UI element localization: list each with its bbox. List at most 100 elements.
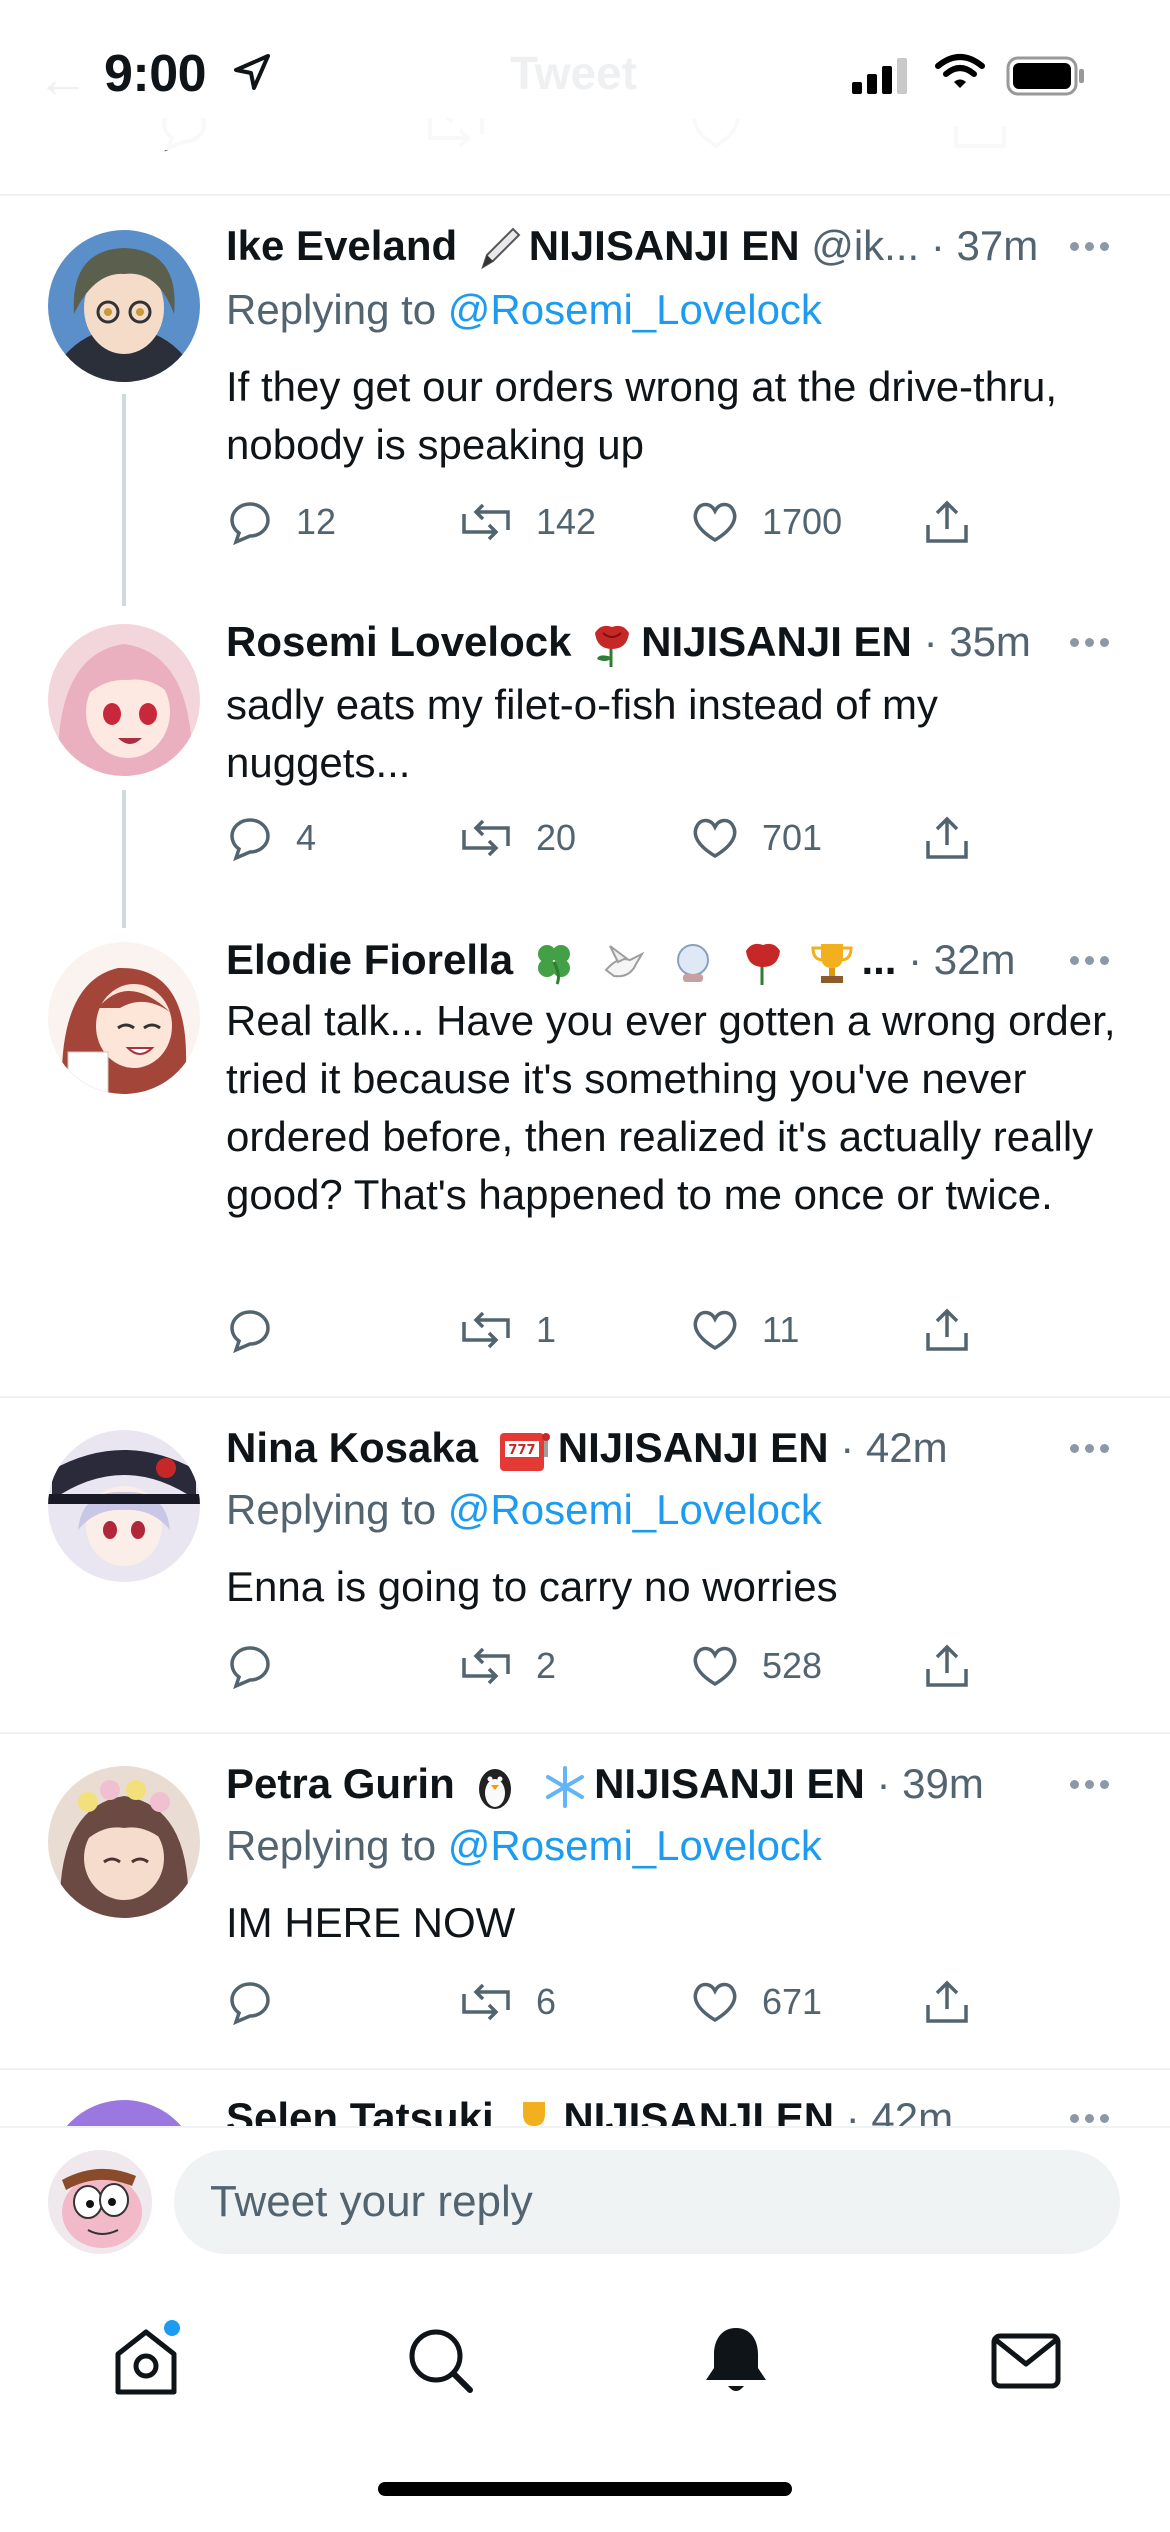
mail-icon[interactable]	[986, 2320, 1066, 2400]
display-name[interactable]: Petra Gurin	[226, 1760, 455, 1807]
display-name-suffix: NIJISANJI EN	[528, 222, 800, 269]
retweet-count: 1	[536, 1309, 557, 1350]
retweet-button[interactable]: 1	[458, 1300, 556, 1360]
replying-to-handle[interactable]: @Rosemi_Lovelock	[448, 286, 822, 333]
search-icon[interactable]	[400, 2320, 480, 2400]
avatar[interactable]	[48, 1766, 200, 1918]
thread-line	[122, 394, 126, 606]
replying-prefix: Replying to	[226, 1486, 437, 1533]
tweet-header: Elodie Fiorella ... · 32m	[226, 932, 1015, 988]
like-button[interactable]: 11	[690, 1300, 799, 1360]
like-button[interactable]: 528	[690, 1636, 822, 1696]
like-count: 528	[762, 1645, 823, 1686]
name-ellipsis: ...	[861, 936, 897, 983]
like-button[interactable]: 1700	[690, 492, 842, 552]
reply-button[interactable]	[226, 1300, 274, 1360]
status-bar: ← Tweet 9:00	[0, 0, 1170, 150]
retweet-count: 20	[536, 817, 577, 858]
location-arrow-icon	[234, 54, 270, 90]
share-button[interactable]	[922, 1300, 972, 1360]
retweet-count: 6	[536, 1981, 557, 2022]
replying-to-handle[interactable]: @Rosemi_Lovelock	[448, 1486, 822, 1533]
share-icon	[926, 500, 968, 543]
username: @ik...	[811, 222, 920, 269]
more-options-icon[interactable]	[1070, 932, 1109, 988]
tweet-header: Ike Eveland NIJISANJI EN @ik... · 37m	[226, 218, 1038, 274]
share-button[interactable]	[922, 492, 972, 552]
like-count: 671	[762, 1981, 823, 2022]
battery-icon	[1006, 56, 1084, 96]
replying-to: Replying to @Rosemi_Lovelock	[226, 282, 822, 338]
bell-icon[interactable]	[696, 2320, 776, 2400]
back-arrow-icon[interactable]: ←	[36, 48, 90, 110]
tweet-actions: 4 20 701	[226, 808, 1126, 868]
like-icon	[693, 1982, 737, 2023]
share-button[interactable]	[922, 1972, 972, 2032]
like-count: 11	[762, 1309, 800, 1350]
reply-button[interactable]	[226, 1636, 274, 1696]
reply-button[interactable]: 4	[226, 808, 316, 868]
svg-text:777: 777	[508, 1443, 535, 1458]
status-time: 9:00	[104, 45, 207, 103]
timestamp: · 42m	[840, 1424, 948, 1471]
penguin-emoji-icon	[479, 1768, 512, 1809]
like-count: 701	[762, 817, 823, 858]
reply-icon	[230, 818, 270, 862]
like-icon	[693, 502, 737, 543]
snowflake-emoji-icon	[546, 1765, 585, 1808]
avatar[interactable]	[48, 624, 200, 776]
retweet-icon	[462, 1647, 510, 1685]
display-name-suffix: NIJISANJI EN	[557, 1424, 829, 1471]
more-options-icon[interactable]	[1070, 1420, 1109, 1476]
timestamp: · 39m	[876, 1760, 984, 1807]
avatar[interactable]	[48, 230, 200, 382]
retweet-button[interactable]: 6	[458, 1972, 556, 2032]
clover-emoji-icon	[537, 944, 570, 985]
replying-prefix: Replying to	[226, 1822, 437, 1869]
retweet-count: 142	[536, 501, 597, 542]
retweet-button[interactable]: 2	[458, 1636, 556, 1696]
tweet-actions: 1 11	[226, 1300, 1126, 1360]
divider	[0, 2068, 1170, 2070]
share-button[interactable]	[922, 808, 972, 868]
crystal-ball-emoji-icon	[677, 943, 710, 982]
divider	[0, 1396, 1170, 1398]
like-button[interactable]: 671	[690, 1972, 822, 2032]
reply-button[interactable]: 12	[226, 492, 336, 552]
tweet-actions: 2 528	[226, 1636, 1126, 1696]
display-name-suffix: NIJISANJI EN	[594, 1760, 865, 1807]
more-options-icon[interactable]	[1070, 614, 1109, 670]
timestamp: · 35m	[923, 618, 1031, 665]
reply-composer	[0, 2126, 1170, 2276]
like-icon	[693, 818, 737, 859]
like-icon	[693, 1310, 737, 1351]
thread-line	[122, 790, 126, 928]
display-name[interactable]: Rosemi Lovelock	[226, 618, 571, 665]
display-name[interactable]: Nina Kosaka	[226, 1424, 478, 1471]
more-options-icon[interactable]	[1070, 1756, 1109, 1812]
display-name[interactable]: Elodie Fiorella	[226, 936, 513, 983]
reply-icon	[230, 502, 270, 546]
wifi-icon	[935, 54, 985, 88]
home-icon[interactable]	[106, 2320, 186, 2400]
avatar[interactable]	[48, 1430, 200, 1582]
reply-input[interactable]	[174, 2150, 1120, 2254]
avatar[interactable]	[48, 942, 200, 1094]
dove-emoji-icon	[604, 945, 646, 978]
retweet-icon	[462, 503, 510, 541]
tweet-text: IM HERE NOW	[226, 1899, 516, 1946]
reply-button[interactable]	[226, 1972, 274, 2032]
slot-machine-emoji-icon: 777	[499, 1432, 550, 1471]
retweet-button[interactable]: 142	[458, 492, 596, 552]
tweet-header: Rosemi Lovelock NIJISANJI EN · 35m	[226, 614, 1031, 670]
more-options-icon[interactable]	[1070, 218, 1109, 274]
home-indicator[interactable]	[378, 2482, 792, 2496]
display-name[interactable]: Ike Eveland	[226, 222, 457, 269]
like-button[interactable]: 701	[690, 808, 822, 868]
retweet-button[interactable]: 20	[458, 808, 576, 868]
display-name-suffix: NIJISANJI EN	[641, 618, 912, 665]
user-avatar[interactable]	[48, 2150, 152, 2254]
share-button[interactable]	[922, 1636, 972, 1696]
rose-emoji-icon	[745, 943, 780, 985]
replying-to-handle[interactable]: @Rosemi_Lovelock	[448, 1822, 822, 1869]
